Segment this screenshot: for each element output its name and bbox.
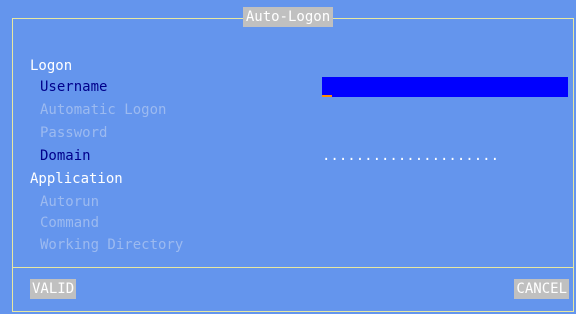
dialog-title: Auto-Logon	[242, 7, 334, 27]
auto-logon-dialog: Auto-Logon Logon Username Automatic Logo…	[0, 0, 576, 314]
title-bar: Auto-Logon	[0, 7, 576, 27]
domain-label[interactable]: Domain	[40, 146, 91, 166]
button-divider	[12, 267, 574, 268]
automatic-logon-label: Automatic Logon	[40, 102, 167, 118]
command-label: Command	[40, 215, 100, 231]
password-label: Password	[40, 125, 108, 141]
cancel-button[interactable]: CANCEL	[514, 279, 569, 299]
username-label[interactable]: Username	[40, 77, 107, 97]
working-directory-label: Working Directory	[40, 237, 184, 253]
text-cursor	[322, 95, 332, 97]
valid-button[interactable]: VALID	[30, 279, 77, 299]
username-input[interactable]	[322, 77, 568, 97]
section-application: Application	[30, 171, 123, 187]
domain-input[interactable]: .....................	[322, 146, 568, 166]
autorun-label: Autorun	[40, 194, 100, 210]
section-logon: Logon	[30, 58, 73, 74]
